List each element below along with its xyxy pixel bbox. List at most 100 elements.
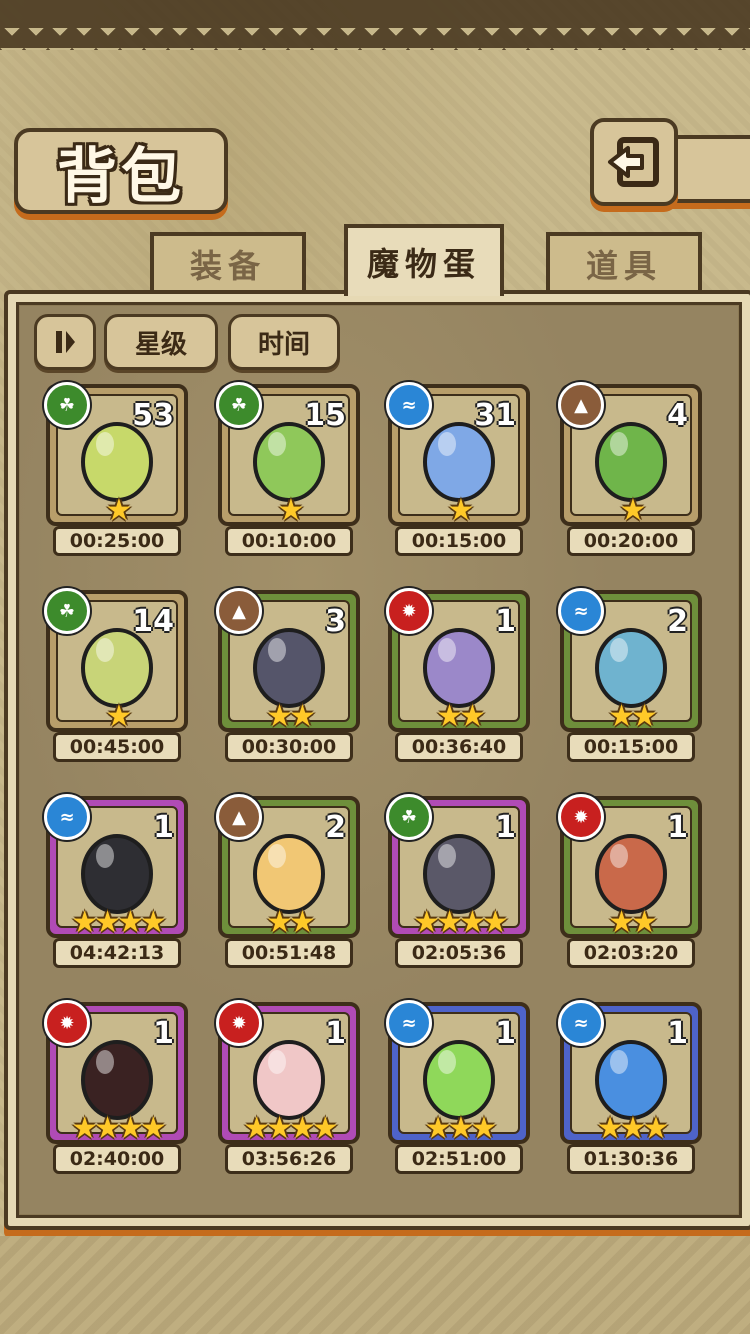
star-rating: ★★ <box>436 699 486 734</box>
egg-count: 1 <box>153 1016 174 1051</box>
fire-element-icon: ✹ <box>558 794 604 840</box>
pause-icon <box>56 331 75 353</box>
fire-element-icon: ✹ <box>386 588 432 634</box>
star-rating: ★★ <box>266 699 316 734</box>
star-rating: ★★★★ <box>413 905 509 940</box>
hatch-timer: 02:40:00 <box>53 1144 181 1174</box>
egg-card[interactable]: ≈1 ★★★ <box>386 1000 530 1146</box>
sort-by-star-button[interactable]: 星级 <box>104 314 218 370</box>
monster-egg-icon <box>423 1039 495 1120</box>
egg-card[interactable]: ≈1 ★★★ <box>558 1000 702 1146</box>
back-button-bar <box>670 135 750 203</box>
hatch-timer: 01:30:36 <box>567 1144 695 1174</box>
back-arrow-icon <box>608 137 659 187</box>
egg-card[interactable]: ☘ 14 ★ <box>44 588 188 734</box>
tab-equipment[interactable]: 装备 <box>150 232 306 292</box>
egg-card[interactable]: ☘ 15 ★ <box>216 382 360 528</box>
egg-count: 31 <box>474 398 516 433</box>
hatch-timer: 00:45:00 <box>53 732 181 762</box>
monster-egg-icon <box>595 421 667 502</box>
monster-egg-icon <box>253 627 325 708</box>
star-rating: ★★★★ <box>243 1111 339 1146</box>
star-rating: ★★★★ <box>71 1111 167 1146</box>
egg-card[interactable]: ☘ 53 ★ <box>44 382 188 528</box>
monster-egg-icon <box>253 1039 325 1120</box>
tab-items[interactable]: 道具 <box>546 232 702 292</box>
hatch-timer: 02:05:36 <box>395 938 523 968</box>
egg-count: 1 <box>667 1016 688 1051</box>
egg-card[interactable]: ≈2 ★★ <box>558 588 702 734</box>
earth-element-icon: ▲ <box>558 382 604 428</box>
star-rating: ★ <box>619 493 647 528</box>
title-plate: 背包 <box>14 128 228 214</box>
egg-count: 4 <box>667 398 688 433</box>
egg-card[interactable]: ▲ 3 ★★ <box>216 588 360 734</box>
monster-egg-icon <box>595 833 667 914</box>
water-element-icon: ≈ <box>44 794 90 840</box>
egg-card[interactable]: ✹ 1 ★★★★ <box>44 1000 188 1146</box>
egg-count: 1 <box>495 604 516 639</box>
egg-count: 14 <box>132 604 174 639</box>
star-rating: ★★★★ <box>71 905 167 940</box>
tab-monster-eggs[interactable]: 魔物蛋 <box>344 224 504 296</box>
star-rating: ★★ <box>266 905 316 940</box>
water-element-icon: ≈ <box>558 588 604 634</box>
grass-element-icon: ☘ <box>386 794 432 840</box>
egg-card[interactable]: ☘ 1 ★★★★ <box>386 794 530 940</box>
sort-by-time-button[interactable]: 时间 <box>228 314 340 370</box>
hatch-timer: 00:30:00 <box>225 732 353 762</box>
hatch-timer: 00:20:00 <box>567 526 695 556</box>
monster-egg-icon <box>81 1039 153 1120</box>
grass-element-icon: ☘ <box>44 588 90 634</box>
egg-count: 1 <box>495 1016 516 1051</box>
monster-egg-icon <box>595 627 667 708</box>
egg-card[interactable]: ▲ 4 ★ <box>558 382 702 528</box>
egg-count: 1 <box>495 810 516 845</box>
grass-element-icon: ☘ <box>216 382 262 428</box>
top-border <box>0 0 750 50</box>
egg-card[interactable]: ✹ 1 ★★ <box>386 588 530 734</box>
hatch-timer: 00:15:00 <box>395 526 523 556</box>
egg-card[interactable]: ≈1 ★★★★ <box>44 794 188 940</box>
egg-card[interactable]: ▲ 2 ★★ <box>216 794 360 940</box>
star-rating: ★★ <box>608 905 658 940</box>
fire-element-icon: ✹ <box>44 1000 90 1046</box>
sort-by-time-label: 时间 <box>257 329 310 360</box>
star-rating: ★★★ <box>424 1111 498 1146</box>
hatch-timer: 03:56:26 <box>225 1144 353 1174</box>
page-title: 背包 <box>57 141 185 212</box>
egg-count: 2 <box>667 604 688 639</box>
earth-element-icon: ▲ <box>216 794 262 840</box>
egg-card[interactable]: ✹ 1 ★★ <box>558 794 702 940</box>
egg-count: 53 <box>132 398 174 433</box>
sort-by-star-label: 星级 <box>134 329 187 360</box>
grass-element-icon: ☘ <box>44 382 90 428</box>
hatch-timer: 02:51:00 <box>395 1144 523 1174</box>
egg-card[interactable]: ✹ 1 ★★★★ <box>216 1000 360 1146</box>
hatch-timer: 00:10:00 <box>225 526 353 556</box>
hatch-timer: 00:36:40 <box>395 732 523 762</box>
star-rating: ★ <box>105 493 133 528</box>
tab-monster-eggs-label: 魔物蛋 <box>366 245 481 283</box>
tab-equipment-label: 装备 <box>189 247 266 285</box>
monster-egg-icon <box>81 833 153 914</box>
egg-count: 1 <box>325 1016 346 1051</box>
star-rating: ★ <box>277 493 305 528</box>
water-element-icon: ≈ <box>558 1000 604 1046</box>
tab-items-label: 道具 <box>585 247 662 285</box>
monster-egg-icon <box>423 833 495 914</box>
star-rating: ★ <box>105 699 133 734</box>
bottom-background <box>0 1236 750 1334</box>
hatch-timer: 00:51:48 <box>225 938 353 968</box>
monster-egg-icon <box>595 1039 667 1120</box>
back-button[interactable] <box>590 118 678 206</box>
egg-count: 2 <box>325 810 346 845</box>
earth-element-icon: ▲ <box>216 588 262 634</box>
star-rating: ★★★ <box>596 1111 670 1146</box>
star-rating: ★★ <box>608 699 658 734</box>
egg-card[interactable]: ≈31 ★ <box>386 382 530 526</box>
fire-element-icon: ✹ <box>216 1000 262 1046</box>
egg-count: 15 <box>304 398 346 433</box>
pause-button[interactable] <box>34 314 96 370</box>
egg-count: 3 <box>325 604 346 639</box>
